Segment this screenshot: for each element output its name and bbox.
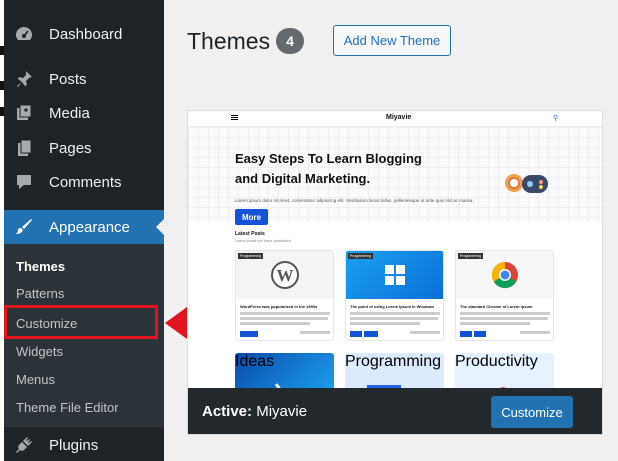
page-title: Themes [187, 28, 271, 54]
sidebar-item-label: Media [49, 104, 90, 122]
preview-navbar: Miyavie ⚲ [188, 111, 602, 127]
menu-icon [231, 115, 238, 120]
sidebar-item-comments[interactable]: Comments [4, 165, 164, 199]
comment-icon [13, 171, 35, 193]
post-title: WordPress was popularized in the 1990s [240, 304, 318, 309]
submenu-theme-file-editor[interactable]: Theme File Editor [16, 400, 119, 415]
code-screen-icon [367, 385, 401, 388]
preview-hero: Easy Steps To Learn Blogging and Digital… [188, 127, 602, 225]
theme-screenshot[interactable]: Miyavie ⚲ Easy Steps To Learn Blogging a… [188, 111, 602, 388]
sidebar-item-media[interactable]: Media [4, 96, 164, 130]
preview-brand: Miyavie [386, 114, 412, 121]
submenu-themes[interactable]: Themes [16, 259, 65, 274]
media-icon [13, 102, 35, 124]
submenu-widgets[interactable]: Widgets [16, 344, 63, 359]
post-tag: Programming [345, 353, 442, 370]
post-title: The standard Chrome of Lorem Ipsum [460, 304, 533, 309]
theme-card-miyavie[interactable]: Miyavie ⚲ Easy Steps To Learn Blogging a… [187, 110, 603, 435]
preview-hero-text: Lorem ipsum dolor sit amet, consectetur … [235, 198, 474, 203]
sidebar-item-plugins[interactable]: Plugins [4, 428, 164, 461]
post-tag: Programming [458, 253, 484, 259]
pages-icon [13, 137, 35, 159]
sidebar-item-label: Plugins [49, 436, 99, 454]
customize-highlight-box [4, 305, 158, 339]
active-theme-label: Active: Miyavie [202, 403, 308, 420]
submenu-menus[interactable]: Menus [16, 372, 55, 387]
submenu-patterns[interactable]: Patterns [16, 286, 64, 301]
preview-post-card: Productivity [455, 353, 554, 388]
active-theme-name: Miyavie [256, 403, 308, 420]
gamepad-illustration-icon [505, 174, 548, 193]
preview-post-card: Programming [345, 353, 444, 388]
sidebar-item-dashboard[interactable]: Dashboard [4, 17, 164, 51]
pin-icon [13, 68, 35, 90]
sidebar-item-pages[interactable]: Pages [4, 131, 164, 165]
preview-latest-subtitle: Latest posts we have published [235, 238, 291, 243]
sidebar-item-posts[interactable]: Posts [4, 62, 164, 96]
sidebar-item-label: Appearance [49, 218, 130, 236]
wp-admin-themes: Dashboard Posts Media Pages Comments App… [0, 0, 618, 461]
sidebar-item-label: Dashboard [49, 25, 123, 43]
post-tag: Programming [348, 253, 374, 259]
color-palette-icon [275, 383, 288, 388]
team-illustration-icon [500, 387, 506, 388]
post-title: The point of using Lorem Ipsum in Window… [350, 304, 435, 309]
post-tag: Programming [238, 253, 264, 259]
search-icon: ⚲ [553, 115, 559, 122]
add-new-theme-button[interactable]: Add New Theme [333, 25, 451, 56]
brush-icon [13, 216, 35, 238]
plugin-icon [13, 434, 35, 456]
preview-hero-title: Easy Steps To Learn Blogging and Digital… [235, 151, 422, 186]
preview-post-card: Programming The standard Chrome of Lorem… [455, 250, 554, 341]
sidebar-item-label: Comments [49, 173, 122, 191]
dashboard-icon [13, 23, 35, 45]
preview-post-card: Programming The point of using Lorem Ips… [345, 250, 444, 341]
admin-sidebar: Dashboard Posts Media Pages Comments App… [4, 0, 164, 461]
theme-card-footer: Active: Miyavie Customize [188, 388, 602, 434]
sidebar-item-appearance[interactable]: Appearance [4, 210, 164, 244]
sidebar-item-label: Posts [49, 70, 87, 88]
post-tag: Productivity [455, 353, 538, 370]
theme-count-badge: 4 [276, 28, 304, 54]
preview-post-card: Ideas [235, 353, 334, 388]
post-tag: Ideas [235, 353, 275, 370]
preview-latest-title: Latest Posts [235, 231, 265, 237]
preview-post-card: W Programming WordPress was popularized … [235, 250, 334, 341]
preview-more-button: More [235, 209, 268, 225]
customize-button[interactable]: Customize [491, 396, 573, 428]
svg-text:W: W [277, 266, 294, 285]
sidebar-item-label: Pages [49, 139, 92, 157]
